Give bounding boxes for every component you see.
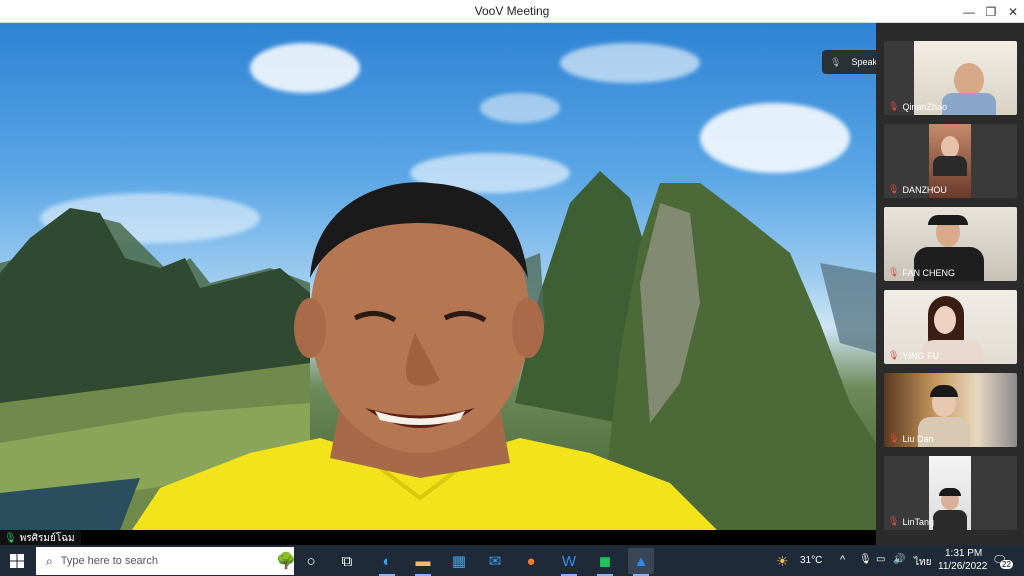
start-button[interactable]	[4, 550, 30, 572]
microphone-muted-icon: 🎙	[888, 267, 900, 277]
participant-name: LinTang	[902, 516, 934, 527]
firefox-taskbar-button[interactable]: ●	[518, 548, 544, 574]
microphone-active-icon: 🎙	[4, 532, 17, 544]
microphone-icon: 🎙	[830, 56, 842, 67]
store-taskbar-button[interactable]: ▦	[446, 548, 472, 574]
participant-tile[interactable]: 🎙 QinanZhao	[884, 41, 1017, 115]
participant-name: YING FU	[902, 350, 939, 361]
participant-name-row: 🎙 YING FU	[888, 350, 939, 361]
voov-icon: ▲	[633, 552, 649, 570]
bonsai-tree-icon: 🌳	[276, 553, 296, 570]
window-title: VooV Meeting	[474, 4, 550, 18]
edge-taskbar-button[interactable]: ◐	[374, 548, 400, 576]
clock-date[interactable]: 11/26/2022	[938, 561, 987, 572]
participant-name: Liu Dan	[902, 433, 934, 444]
microphone-muted-icon: 🎙	[888, 184, 900, 194]
windows-taskbar: ⌕ Type here to search 🌳 ○ ⧉ ◐ ▬ ▦ ✉ ● W …	[0, 545, 1024, 576]
taskbar-search-box[interactable]: ⌕ Type here to search 🌳	[36, 547, 296, 575]
participant-tile[interactable]: 🎙 YING FU	[884, 290, 1017, 364]
participant-name-row: 🎙 QinanZhao	[888, 101, 947, 112]
minimize-icon: —	[963, 4, 975, 19]
network-icon[interactable]: ▭	[876, 554, 885, 565]
title-bar: VooV Meeting — ❐ ✕	[0, 0, 1024, 23]
firefox-icon: ●	[526, 552, 536, 570]
edge-icon: ◐	[382, 552, 392, 570]
participant-tile[interactable]: 🎙 DANZHOU	[884, 124, 1017, 198]
participant-name: QinanZhao	[902, 101, 947, 112]
search-icon: ⌕	[46, 553, 53, 568]
chevron-up-icon[interactable]: ^	[840, 554, 845, 566]
line-taskbar-button[interactable]: ◼	[592, 548, 618, 576]
windows-logo-icon	[10, 554, 24, 568]
participant-video	[929, 456, 971, 530]
restore-icon: ❐	[985, 4, 997, 19]
file-explorer-taskbar-button[interactable]: ▬	[410, 548, 436, 576]
store-icon: ▦	[451, 553, 467, 570]
notification-count: 22	[1000, 560, 1013, 569]
microphone-muted-icon: 🎙	[888, 433, 900, 443]
volume-icon[interactable]: 🔊	[893, 554, 905, 565]
line-icon: ◼	[598, 553, 612, 570]
language-indicator[interactable]: ไทย	[914, 555, 931, 570]
participant-name: DANZHOU	[902, 184, 947, 195]
mail-icon: ✉	[488, 553, 502, 570]
folder-icon: ▬	[415, 552, 431, 570]
participant-name: FAN CHENG	[902, 267, 955, 278]
cortana-icon: ○	[306, 552, 316, 570]
microphone-muted-icon: 🎙	[888, 101, 900, 111]
task-view-icon: ⧉	[341, 552, 353, 570]
active-speaker-name: พรศิรมย์โฉม	[19, 532, 75, 544]
task-view-button[interactable]: ⧉	[334, 548, 360, 574]
close-button[interactable]: ✕	[1000, 0, 1024, 23]
webex-icon: W	[561, 552, 577, 570]
participant-tile[interactable]: 🎙 Liu Dan	[884, 373, 1017, 447]
search-placeholder: Type here to search	[60, 555, 158, 567]
voov-taskbar-button[interactable]: ▲	[628, 548, 654, 576]
participant-name-row: 🎙 DANZHOU	[888, 184, 947, 195]
cortana-button[interactable]: ○	[298, 548, 324, 574]
participant-tile[interactable]: 🎙 LinTang	[884, 456, 1017, 530]
webex-taskbar-button[interactable]: W	[556, 548, 582, 576]
participant-name-row: 🎙 FAN CHENG	[888, 267, 955, 278]
active-speaker-label: 🎙 พรศิรมย์โฉม	[0, 530, 81, 545]
microphone-muted-icon: 🎙	[888, 516, 900, 526]
microphone-tray-icon[interactable]: 🎙	[859, 554, 872, 565]
participant-name-row: 🎙 LinTang	[888, 516, 934, 527]
participant-name-row: 🎙 Liu Dan	[888, 433, 933, 444]
weather-temperature[interactable]: 31°C	[800, 555, 822, 566]
participant-tile[interactable]: 🎙 FAN CHENG	[884, 207, 1017, 281]
close-icon: ✕	[1007, 4, 1019, 19]
microphone-muted-icon: 🎙	[888, 350, 900, 360]
clock-time[interactable]: 1:31 PM	[945, 548, 982, 559]
participant-video-panel: 🎙 QinanZhao 🎙 DANZHOU 🎙 FAN CHENG 🎙 YING…	[876, 23, 1024, 545]
weather-icon[interactable]: ☀	[776, 553, 789, 570]
main-video-stage[interactable]	[0, 23, 876, 530]
active-speaker-video	[132, 182, 717, 530]
mail-taskbar-button[interactable]: ✉	[482, 548, 508, 574]
